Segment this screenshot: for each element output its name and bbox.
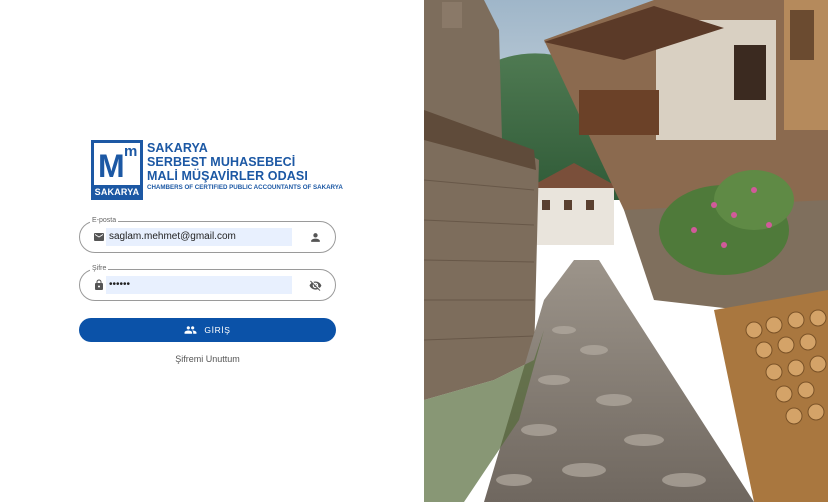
login-panel: M m SAKARYA SAKARYA SERBEST MUHASEBECİ M… <box>0 0 424 502</box>
visibility-off-icon[interactable] <box>309 279 322 292</box>
password-label: Şifre <box>90 264 109 274</box>
logo-mark-letter: M <box>98 148 125 184</box>
lock-icon <box>95 279 103 290</box>
logo-mark: M m SAKARYA <box>91 140 143 200</box>
password-field[interactable]: Şifre <box>79 264 336 301</box>
password-input[interactable] <box>106 276 292 294</box>
person-icon <box>311 233 320 242</box>
forgot-password-link[interactable]: Şifremi Unuttum <box>79 354 336 364</box>
email-field[interactable]: E-posta <box>79 216 336 253</box>
logo-mark-small-letter: m <box>124 143 138 160</box>
logo-mark-caption: SAKARYA <box>94 187 140 197</box>
email-icon <box>94 233 104 241</box>
login-button[interactable]: GİRİŞ <box>79 318 336 342</box>
email-input[interactable] <box>106 228 292 246</box>
logo-line-1: SAKARYA <box>147 141 208 155</box>
login-button-label: GİRİŞ <box>204 325 231 335</box>
village-street-photo <box>424 0 828 502</box>
logo-text: SAKARYA SERBEST MUHASEBECİ MALİ MÜŞAVİRL… <box>147 141 343 192</box>
people-icon <box>184 326 197 334</box>
logo-line-2: SERBEST MUHASEBECİ <box>147 155 296 169</box>
hero-image <box>424 0 828 502</box>
logo-subline: CHAMBERS OF CERTIFIED PUBLIC ACCOUNTANTS… <box>147 184 343 191</box>
email-label: E-posta <box>90 216 119 226</box>
chamber-logo: M m SAKARYA SAKARYA SERBEST MUHASEBECİ M… <box>91 140 343 200</box>
logo-line-3: MALİ MÜŞAVİRLER ODASI <box>147 169 308 183</box>
